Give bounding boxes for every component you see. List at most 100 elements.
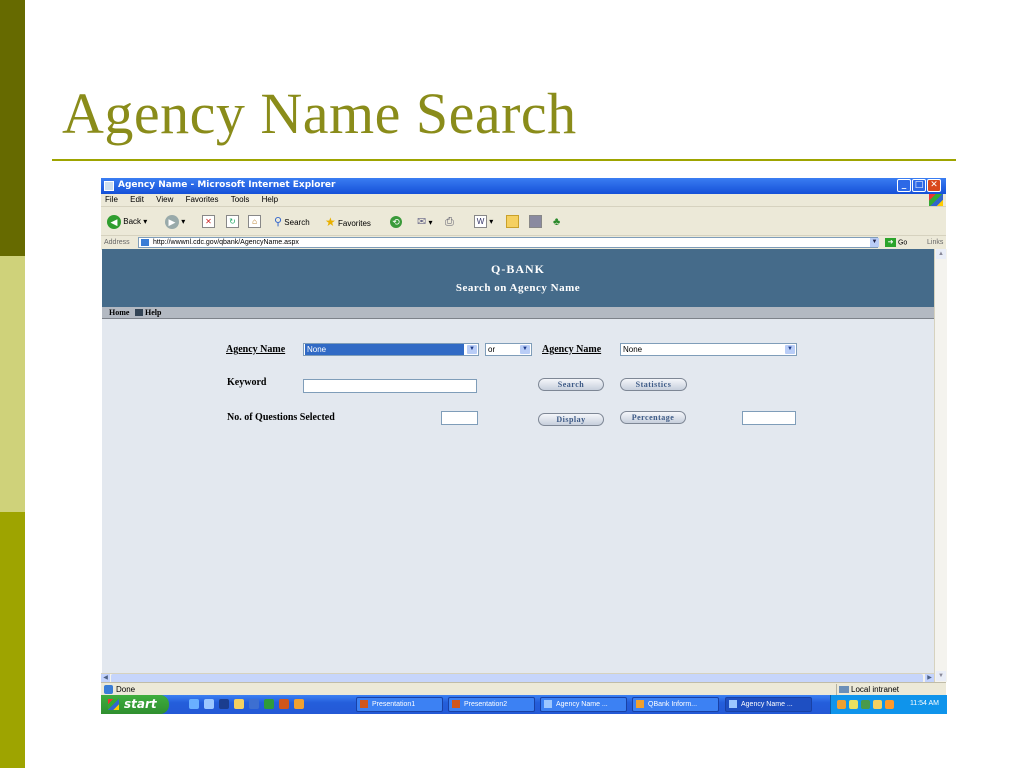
back-arrow-icon: ◀ [107,214,121,229]
quicklaunch-media-icon[interactable] [219,699,229,709]
questions-selected-field [441,411,478,425]
word-edit-icon: W [474,215,487,229]
percentage-button[interactable]: Percentage [620,411,686,424]
messenger-icon: ♣ [553,216,561,228]
refresh-button[interactable]: ↻ [226,214,239,230]
agency-select-2-value: None [623,345,643,354]
title-divider [52,159,956,161]
address-bar: Address http://wwwnl.cdc.gov/qbank/Agenc… [101,235,946,250]
back-label: Back [123,217,142,226]
nav-help-link[interactable]: Help [145,307,161,318]
messenger-button[interactable]: ♣ [553,214,560,230]
quicklaunch-ie-icon[interactable] [189,699,199,709]
menu-view[interactable]: View [156,194,173,206]
keyword-input[interactable] [303,379,477,393]
history-button[interactable]: ⟲ [390,214,402,230]
forward-arrow-icon: ▶ [165,214,179,229]
task-label: Presentation2 [464,701,508,708]
slide-accent-bar-middle [0,256,25,512]
page-content: Q-BANK Search on Agency Name Home Help A… [102,249,934,673]
page-icon [141,239,149,246]
address-dropdown-icon[interactable]: ▼ [870,238,879,247]
refresh-icon: ↻ [226,215,239,229]
quicklaunch-folder-icon[interactable] [234,699,244,709]
quicklaunch-excel-icon[interactable] [264,699,274,709]
back-button[interactable]: ◀ Back ▾ [107,214,147,230]
scroll-up-icon[interactable]: ▲ [936,249,946,259]
windows-logo-icon [929,194,943,206]
go-button[interactable]: ➜ Go [885,238,907,247]
qbank-icon [636,700,644,709]
nav-home-link[interactable]: Home [109,307,129,318]
menu-file[interactable]: File [105,194,118,206]
stop-button[interactable]: ✕ [202,214,215,230]
quicklaunch-word-icon[interactable] [249,699,259,709]
tray-volume-icon[interactable] [885,700,894,709]
windows-flag-icon [108,699,119,710]
scroll-down-icon[interactable]: ▼ [936,671,946,681]
task-label: QBank Inform... [648,701,698,708]
links-button[interactable]: Links [927,239,943,246]
folder-button[interactable] [506,214,519,230]
menu-edit[interactable]: Edit [130,194,144,206]
display-button[interactable]: Display [538,413,604,426]
task-qbank-inform[interactable]: QBank Inform... [632,697,719,712]
folder-icon [506,215,519,229]
research-button[interactable] [529,214,542,230]
toolbar: ◀ Back ▾ ▶ ▾ ✕ ↻ ⌂ ⚲ Search ★ Favorites … [101,206,946,236]
task-agency-name-1[interactable]: Agency Name ... [540,697,627,712]
banner-title: Q-BANK [491,262,545,276]
slide-accent-bar-bottom [0,512,25,768]
menu-favorites[interactable]: Favorites [186,194,219,206]
quicklaunch-outlook2-icon[interactable] [294,699,304,709]
edit-button[interactable]: W ▾ [474,214,493,230]
task-presentation1[interactable]: Presentation1 [356,697,443,712]
start-button[interactable]: start [101,695,169,714]
keyword-label: Keyword [227,377,267,388]
stop-icon: ✕ [202,215,215,229]
tray-notes-icon[interactable] [849,700,858,709]
forward-button[interactable]: ▶ ▾ [165,214,185,230]
menu-bar: File Edit View Favorites Tools Help [101,194,946,206]
search-button[interactable]: Search [538,378,604,391]
menu-tools[interactable]: Tools [231,194,250,206]
menu-help[interactable]: Help [262,194,278,206]
agency-name-label-2: Agency Name [542,344,602,355]
start-label: start [124,697,157,711]
window-title: Agency Name - Microsoft Internet Explore… [118,180,336,190]
taskbar-clock: 11:54 AM [909,700,939,707]
mail-button[interactable]: ✉ ▾ [417,214,432,230]
done-page-icon [104,685,113,694]
or-select[interactable]: or ▼ [485,343,532,356]
address-input[interactable]: http://wwwnl.cdc.gov/qbank/AgencyName.as… [138,237,878,248]
tray-network-icon[interactable] [861,700,870,709]
task-agency-name-2[interactable]: Agency Name ... [725,697,812,712]
maximize-button[interactable]: □ [912,179,926,192]
powerpoint-icon [452,700,460,709]
ie-page-icon [104,181,114,191]
agency-name-select-2[interactable]: None ▼ [620,343,797,356]
quicklaunch-outlook-icon[interactable] [204,699,214,709]
print-button[interactable]: ⎙ [445,214,454,230]
task-label: Presentation1 [372,701,416,708]
vertical-scrollbar[interactable]: ▲ ▼ [934,249,947,682]
close-button[interactable]: ✕ [927,179,941,192]
address-label: Address [104,239,130,246]
task-presentation2[interactable]: Presentation2 [448,697,535,712]
agency-name-select-1[interactable]: None ▼ [303,343,479,356]
taskbar: start Presentation1 Presentation2 Agency… [101,695,947,714]
tray-outlook-icon[interactable] [837,700,846,709]
tray-update-icon[interactable] [873,700,882,709]
favorites-button[interactable]: ★ Favorites [325,214,371,230]
print-icon: ⎙ [445,216,454,228]
minimize-button[interactable]: _ [897,179,911,192]
home-button[interactable]: ⌂ [248,214,261,230]
address-url: http://wwwnl.cdc.gov/qbank/AgencyName.as… [153,239,299,246]
favorites-label: Favorites [338,219,371,228]
quicklaunch-powerpoint-icon[interactable] [279,699,289,709]
statistics-button[interactable]: Statistics [620,378,687,391]
window-titlebar: Agency Name - Microsoft Internet Explore… [101,178,946,194]
search-button[interactable]: ⚲ Search [274,214,310,230]
history-icon: ⟲ [390,215,402,228]
go-label: Go [897,239,908,247]
